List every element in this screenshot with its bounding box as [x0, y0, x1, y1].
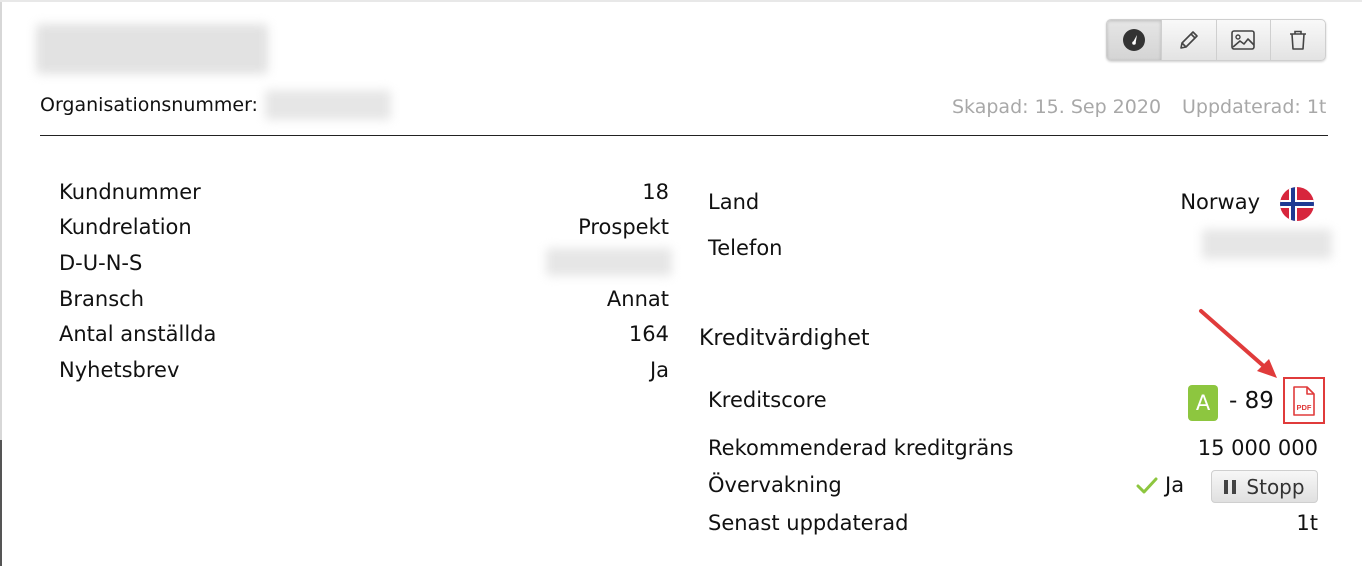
duns-value-redacted [546, 248, 672, 276]
org-number-label: Organisationsnummer: [40, 94, 258, 116]
last-updated-label: Senast uppdaterad [708, 511, 909, 535]
delete-button[interactable] [1271, 20, 1325, 60]
updated-date: Uppdaterad: 1t [1182, 96, 1327, 118]
pause-icon [1224, 479, 1237, 494]
norway-flag-icon [1280, 187, 1314, 221]
company-name-redacted [36, 24, 268, 74]
industry-label: Bransch [59, 287, 145, 311]
window-left-edge-dark [0, 440, 2, 566]
stop-monitoring-button[interactable]: Stopp [1211, 470, 1318, 503]
industry-value: Annat [606, 287, 669, 311]
credit-grade-badge: A [1188, 385, 1218, 421]
created-date: Skapad: 15. Sep 2020 [952, 96, 1162, 118]
svg-text:PDF: PDF [1297, 403, 1312, 412]
credit-score-label: Kreditscore [708, 388, 827, 412]
stop-button-label: Stopp [1246, 474, 1305, 499]
employees-value: 164 [628, 322, 669, 346]
newsletter-value: Ja [649, 358, 669, 382]
edit-button[interactable] [1162, 20, 1217, 60]
image-icon [1231, 30, 1256, 50]
newsletter-label: Nyhetsbrev [59, 358, 180, 382]
header-divider [40, 135, 1328, 136]
monitoring-value: Ja [1165, 473, 1185, 497]
check-icon [1136, 477, 1158, 494]
dashboard-button[interactable] [1107, 20, 1162, 60]
customer-relation-label: Kundrelation [59, 215, 192, 239]
customer-relation-value: Prospekt [578, 215, 669, 239]
last-updated-value: 1t [1296, 511, 1318, 535]
credit-report-pdf-button[interactable]: PDF [1283, 377, 1325, 424]
country-value: Norway [1180, 190, 1260, 214]
org-number-redacted [265, 90, 391, 120]
customer-number-label: Kundnummer [59, 180, 201, 204]
window-top-edge [0, 0, 1362, 2]
credit-limit-label: Rekommenderad kreditgräns [708, 436, 1014, 460]
country-label: Land [708, 190, 760, 214]
credit-limit-value: 15 000 000 [1197, 436, 1318, 460]
pencil-icon [1179, 31, 1198, 49]
credit-section-title: Kreditvärdighet [699, 326, 870, 351]
phone-value-redacted [1202, 229, 1332, 259]
action-toolbar [1106, 19, 1326, 61]
annotation-arrow [1199, 309, 1277, 378]
employees-label: Antal anställda [59, 322, 217, 346]
duns-label: D-U-N-S [59, 251, 143, 275]
dashboard-gauge-icon [1122, 29, 1145, 51]
phone-label: Telefon [708, 236, 783, 260]
image-button[interactable] [1217, 20, 1272, 60]
credit-score-value: - 89 [1229, 388, 1274, 414]
monitoring-label: Övervakning [708, 473, 842, 497]
pdf-file-icon: PDF [1293, 385, 1315, 416]
trash-icon [1290, 30, 1307, 50]
customer-number-value: 18 [642, 180, 669, 204]
